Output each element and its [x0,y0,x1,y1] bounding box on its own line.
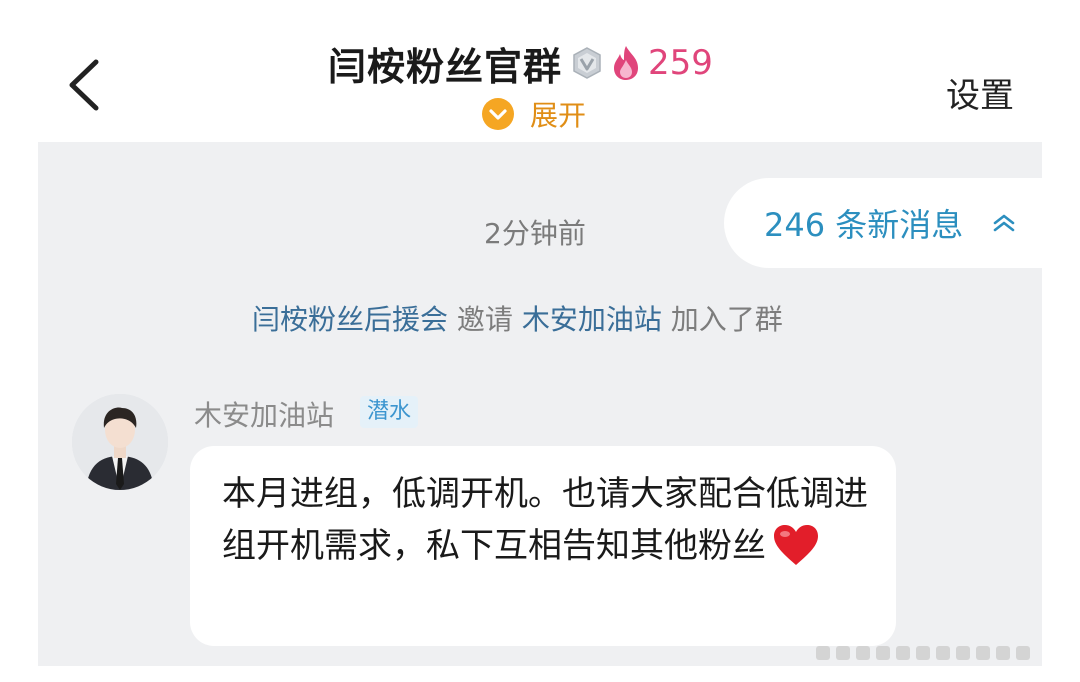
expand-button[interactable]: 展开 [482,94,586,134]
chat-area[interactable]: 246 条新消息 2分钟前 闫桉粉丝后援会 邀请 木安加油站 加入了群 木安加油… [38,142,1042,666]
settings-button[interactable]: 设置 [946,68,1014,117]
notice-action: 邀请 [456,303,513,336]
new-messages-label: 246 条新消息 [764,206,964,244]
watermark-blocks [816,646,1030,660]
double-chevron-up-icon [993,214,1015,232]
system-notice: 闫桉粉丝后援会 邀请 木安加油站 加入了群 [252,298,783,338]
new-messages-button[interactable]: 246 条新消息 [724,178,1042,268]
notice-target-link[interactable]: 木安加油站 [522,303,662,336]
sender-avatar[interactable] [72,394,168,490]
chevron-down-circle-icon [482,98,514,130]
chevron-left-icon [69,59,99,111]
flame-icon [614,46,639,80]
red-heart-icon [774,525,818,565]
expand-label: 展开 [530,99,587,132]
message-bubble[interactable]: 本月进组，低调开机。也请大家配合低调进组开机需求，私下互相告知其他粉丝 [190,446,896,646]
notice-suffix: 加入了群 [670,303,783,336]
notice-actor-link[interactable]: 闫桉粉丝后援会 [252,303,448,336]
group-title-row: 闫桉粉丝官群 259 [328,38,713,89]
chat-header: 闫桉粉丝官群 259 展开 设置 [0,0,1080,142]
member-count: 259 [648,43,713,83]
message-timestamp: 2分钟前 [484,217,586,250]
sender-name[interactable]: 木安加油站 [194,394,334,434]
group-title: 闫桉粉丝官群 [328,44,563,89]
message-text-block: 本月进组，低调开机。也请大家配合低调进组开机需求，私下互相告知其他粉丝 [222,468,882,572]
back-button[interactable] [62,58,112,112]
shield-badge-icon [573,47,601,79]
member-level-badge: 潜水 [360,396,419,428]
